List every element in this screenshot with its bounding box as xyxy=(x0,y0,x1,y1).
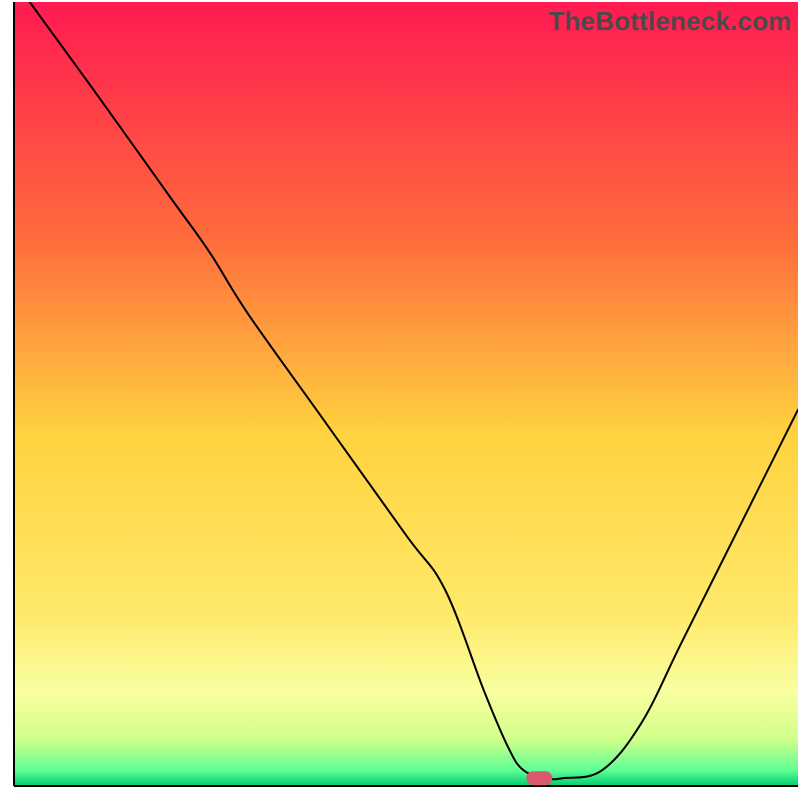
optimal-point-marker xyxy=(526,771,552,785)
chart-svg xyxy=(0,0,800,800)
bottleneck-chart: TheBottleneck.com xyxy=(0,0,800,800)
gradient-background xyxy=(14,2,798,786)
